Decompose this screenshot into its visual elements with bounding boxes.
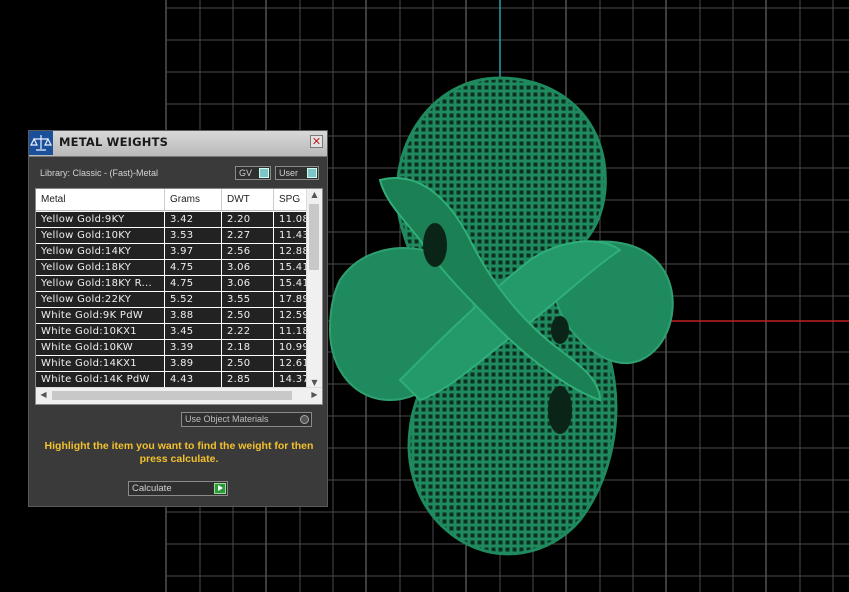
- cell-grams: 3.97: [165, 244, 221, 259]
- cell-grams: 5.52: [165, 292, 221, 307]
- cell-metal: White Gold:14K PdW: [36, 372, 164, 387]
- table-row[interactable]: Yellow Gold:18KY R... 4.75 3.06 15.41: [36, 276, 308, 292]
- table-row[interactable]: Yellow Gold:10KY 3.53 2.27 11.43: [36, 228, 308, 244]
- gv-toggle[interactable]: GV: [235, 166, 271, 180]
- cell-dwt: 3.55: [222, 292, 273, 307]
- table-row[interactable]: Yellow Gold:9KY 3.42 2.20 11.08: [36, 212, 308, 228]
- pendant-model[interactable]: [328, 76, 674, 556]
- gv-label: GV: [239, 168, 253, 178]
- cell-grams: 3.53: [165, 228, 221, 243]
- close-icon: ✕: [311, 135, 322, 148]
- table-row[interactable]: White Gold:14KX1 3.89 2.50 12.61: [36, 356, 308, 372]
- cell-dwt: 2.50: [222, 308, 273, 323]
- cell-dwt: 2.22: [222, 324, 273, 339]
- user-toggle[interactable]: User: [275, 166, 319, 180]
- cell-spg: 15.41: [274, 276, 308, 291]
- cell-dwt: 2.85: [222, 372, 273, 387]
- table-row[interactable]: White Gold:10KX1 3.45 2.22 11.18: [36, 324, 308, 340]
- cell-grams: 4.75: [165, 276, 221, 291]
- column-header-spg[interactable]: SPG: [274, 189, 308, 210]
- scroll-right-icon[interactable]: ▶: [307, 390, 322, 399]
- cell-grams: 4.43: [165, 372, 221, 387]
- cell-metal: White Gold:10KW: [36, 340, 164, 355]
- cell-grams: 4.75: [165, 260, 221, 275]
- cell-spg: 15.41: [274, 260, 308, 275]
- cell-spg: 17.89: [274, 292, 308, 307]
- calculate-button[interactable]: Calculate: [128, 481, 228, 496]
- table-header: Metal Grams DWT SPG: [36, 189, 308, 211]
- cell-spg: 11.18: [274, 324, 308, 339]
- column-header-metal[interactable]: Metal: [36, 189, 165, 210]
- scroll-up-icon[interactable]: ▲: [307, 190, 322, 199]
- scale-icon: [29, 131, 53, 155]
- use-object-materials-radio[interactable]: [300, 415, 309, 424]
- cell-metal: Yellow Gold:10KY: [36, 228, 164, 243]
- horizontal-scrollbar[interactable]: ◀ ▶: [36, 387, 322, 404]
- cell-grams: 3.88: [165, 308, 221, 323]
- cell-spg: 11.43: [274, 228, 308, 243]
- cell-grams: 3.89: [165, 356, 221, 371]
- cell-dwt: 3.06: [222, 276, 273, 291]
- cell-spg: 12.88: [274, 244, 308, 259]
- instructions-text: Highlight the item you want to find the …: [44, 440, 314, 465]
- scroll-left-icon[interactable]: ◀: [36, 390, 51, 399]
- cell-dwt: 2.27: [222, 228, 273, 243]
- cell-spg: 12.59: [274, 308, 308, 323]
- cell-dwt: 2.20: [222, 212, 273, 227]
- cell-metal: White Gold:9K PdW: [36, 308, 164, 323]
- metal-table: Metal Grams DWT SPG Yellow Gold:9KY 3.42 2…: [35, 188, 323, 405]
- cell-dwt: 3.06: [222, 260, 273, 275]
- table-row[interactable]: White Gold:9K PdW 3.88 2.50 12.59: [36, 308, 308, 324]
- cell-dwt: 2.18: [222, 340, 273, 355]
- cell-grams: 3.39: [165, 340, 221, 355]
- table-row[interactable]: Yellow Gold:22KY 5.52 3.55 17.89: [36, 292, 308, 308]
- cell-metal: Yellow Gold:18KY R...: [36, 276, 164, 291]
- cell-grams: 3.42: [165, 212, 221, 227]
- user-label: User: [279, 168, 299, 178]
- horizontal-scroll-thumb[interactable]: [52, 391, 292, 400]
- cell-metal: White Gold:10KX1: [36, 324, 164, 339]
- cell-metal: Yellow Gold:22KY: [36, 292, 164, 307]
- calculate-label: Calculate: [132, 483, 172, 494]
- play-icon[interactable]: [214, 483, 226, 494]
- library-label: Library: Classic - (Fast)-Metal: [40, 168, 159, 178]
- gv-toggle-switch[interactable]: [259, 168, 269, 178]
- table-row[interactable]: Yellow Gold:14KY 3.97 2.56 12.88: [36, 244, 308, 260]
- cell-spg: 12.61: [274, 356, 308, 371]
- close-button[interactable]: ✕: [310, 135, 323, 148]
- panel-titlebar[interactable]: METAL WEIGHTS ✕: [29, 131, 327, 157]
- column-header-dwt[interactable]: DWT: [222, 189, 274, 210]
- cell-spg: 10.99: [274, 340, 308, 355]
- user-toggle-switch[interactable]: [307, 168, 317, 178]
- use-object-materials-label: Use Object Materials: [185, 414, 269, 424]
- vertical-scroll-thumb[interactable]: [309, 204, 319, 270]
- scroll-down-icon[interactable]: ▼: [307, 378, 322, 387]
- table-row[interactable]: White Gold:14K PdW 4.43 2.85 14.37: [36, 372, 308, 388]
- cell-spg: 11.08: [274, 212, 308, 227]
- cell-metal: White Gold:14KX1: [36, 356, 164, 371]
- vertical-scrollbar[interactable]: ▲ ▼: [306, 189, 322, 388]
- cell-dwt: 2.50: [222, 356, 273, 371]
- table-body: Yellow Gold:9KY 3.42 2.20 11.08 Yellow Gold:…: [36, 212, 308, 388]
- panel-title: METAL WEIGHTS: [59, 135, 169, 149]
- cell-dwt: 2.56: [222, 244, 273, 259]
- table-row[interactable]: White Gold:10KW 3.39 2.18 10.99: [36, 340, 308, 356]
- cell-metal: Yellow Gold:18KY: [36, 260, 164, 275]
- table-row[interactable]: Yellow Gold:18KY 4.75 3.06 15.41: [36, 260, 308, 276]
- use-object-materials-option[interactable]: Use Object Materials: [181, 412, 312, 427]
- cell-metal: Yellow Gold:9KY: [36, 212, 164, 227]
- cell-spg: 14.37: [274, 372, 308, 387]
- cell-grams: 3.45: [165, 324, 221, 339]
- metal-weights-panel: METAL WEIGHTS ✕ Library: Classic - (Fast…: [28, 130, 328, 507]
- column-header-grams[interactable]: Grams: [165, 189, 222, 210]
- cell-metal: Yellow Gold:14KY: [36, 244, 164, 259]
